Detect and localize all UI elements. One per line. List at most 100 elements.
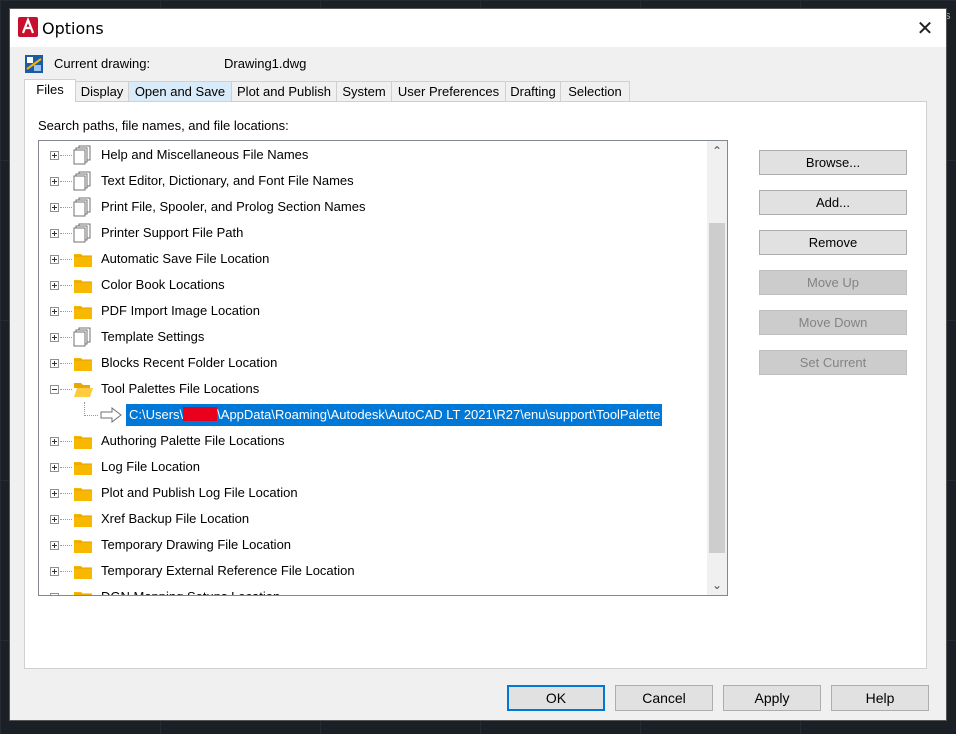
tab-drafting[interactable]: Drafting [505, 81, 561, 101]
tree-item[interactable]: Tool Palettes File Locations [39, 376, 705, 402]
autocad-logo-icon [18, 17, 38, 37]
multi-file-icon [73, 197, 91, 217]
multi-file-icon [73, 223, 91, 243]
tree-item[interactable]: Template Settings [39, 324, 705, 350]
folder-icon [74, 514, 92, 527]
folder-icon [74, 436, 92, 449]
folder-icon [74, 488, 92, 501]
tab-open-and-save[interactable]: Open and Save [128, 81, 232, 101]
tree-connector [60, 467, 72, 468]
tree-connector [60, 311, 72, 312]
redaction-block [183, 407, 218, 421]
tree-connector [60, 285, 72, 286]
tree-child-item[interactable]: C:\Users\ \AppData\Roaming\Autodesk\AutoC… [39, 402, 705, 428]
tree-item-label: Temporary Drawing File Location [101, 537, 292, 552]
multi-file-icon [73, 327, 91, 347]
tree-item-label: Blocks Recent Folder Location [101, 355, 278, 370]
expand-icon[interactable] [50, 359, 59, 368]
expand-icon[interactable] [50, 151, 59, 160]
tree-item[interactable]: Plot and Publish Log File Location [39, 480, 705, 506]
expand-icon[interactable] [50, 333, 59, 342]
tab-files[interactable]: Files [24, 79, 76, 102]
cancel-button[interactable]: Cancel [615, 685, 713, 711]
tree-connector [60, 441, 72, 442]
tree-item[interactable]: Text Editor, Dictionary, and Font File N… [39, 168, 705, 194]
remove-button[interactable]: Remove [759, 230, 907, 255]
tree-connector [60, 519, 72, 520]
tree-item[interactable]: Printer Support File Path [39, 220, 705, 246]
path-suffix: \AppData\Roaming\Autodesk\AutoCAD LT 202… [217, 407, 661, 422]
expand-icon[interactable] [50, 541, 59, 550]
tab-selection[interactable]: Selection [560, 81, 630, 101]
folder-icon [74, 592, 92, 595]
expand-icon[interactable] [50, 203, 59, 212]
search-paths-label: Search paths, file names, and file locat… [38, 118, 289, 133]
scrollbar-thumb[interactable] [709, 223, 725, 553]
browse-button[interactable]: Browse... [759, 150, 907, 175]
tree-item[interactable]: Authoring Palette File Locations [39, 428, 705, 454]
expand-icon[interactable] [50, 515, 59, 524]
tree-item-label: Xref Backup File Location [101, 511, 250, 526]
tab-plot-and-publish[interactable]: Plot and Publish [231, 81, 337, 101]
expand-icon[interactable] [50, 489, 59, 498]
tab-system[interactable]: System [336, 81, 392, 101]
expand-icon[interactable] [50, 177, 59, 186]
move-down-button[interactable]: Move Down [759, 310, 907, 335]
tree-item[interactable]: Blocks Recent Folder Location [39, 350, 705, 376]
multi-file-icon [73, 145, 91, 165]
set-current-button[interactable]: Set Current [759, 350, 907, 375]
add-button[interactable]: Add... [759, 190, 907, 215]
tree-item[interactable]: Temporary External Reference File Locati… [39, 558, 705, 584]
tree-item-label: Help and Miscellaneous File Names [101, 147, 309, 162]
tree-item[interactable]: Temporary Drawing File Location [39, 532, 705, 558]
expand-icon[interactable] [50, 593, 59, 595]
tree-item[interactable]: DGN Mapping Setups Location [39, 584, 705, 595]
open-folder-icon [74, 383, 93, 397]
selected-path[interactable]: C:\Users\ \AppData\Roaming\Autodesk\AutoC… [126, 404, 663, 426]
expand-icon[interactable] [50, 229, 59, 238]
expand-icon[interactable] [50, 437, 59, 446]
tree-item[interactable]: Print File, Spooler, and Prolog Section … [39, 194, 705, 220]
tab-user-preferences[interactable]: User Preferences [391, 81, 506, 101]
close-icon[interactable]: ✕ [912, 15, 938, 41]
tree-item[interactable]: Color Book Locations [39, 272, 705, 298]
tree-connector [60, 545, 72, 546]
apply-button[interactable]: Apply [723, 685, 821, 711]
expand-icon[interactable] [50, 255, 59, 264]
tree-connector [60, 155, 72, 156]
scroll-up-icon[interactable]: ⌃ [707, 141, 727, 161]
tab-display[interactable]: Display [75, 81, 129, 101]
tree-item-label: Authoring Palette File Locations [101, 433, 285, 448]
tree-connector [60, 493, 72, 494]
tree-item-label: Tool Palettes File Locations [101, 381, 260, 396]
folder-icon [74, 254, 92, 267]
tree-item-label: Template Settings [101, 329, 205, 344]
tree-item[interactable]: Xref Backup File Location [39, 506, 705, 532]
tree-item[interactable]: Log File Location [39, 454, 705, 480]
folder-icon [74, 540, 92, 553]
collapse-icon[interactable] [50, 385, 59, 394]
tree-connector [84, 415, 98, 416]
multi-file-icon [73, 171, 91, 191]
title-bar: Options ✕ [10, 9, 946, 47]
expand-icon[interactable] [50, 281, 59, 290]
file-locations-tree[interactable]: DGN Mapping Setups Location Temporary Ext… [38, 140, 728, 596]
folder-icon [74, 358, 92, 371]
folder-icon [74, 280, 92, 293]
expand-icon[interactable] [50, 463, 59, 472]
move-up-button[interactable]: Move Up [759, 270, 907, 295]
tree-connector [84, 402, 85, 416]
current-drawing-label: Current drawing: [54, 56, 151, 71]
help-button[interactable]: Help [831, 685, 929, 711]
expand-icon[interactable] [50, 307, 59, 316]
drawing-file-icon [25, 55, 43, 73]
ok-button[interactable]: OK [507, 685, 605, 711]
tree-item-label: Temporary External Reference File Locati… [101, 563, 355, 578]
tree-item[interactable]: Help and Miscellaneous File Names [39, 142, 705, 168]
vertical-scrollbar[interactable]: ⌃ ⌄ [707, 141, 727, 595]
expand-icon[interactable] [50, 567, 59, 576]
tree-item[interactable]: Automatic Save File Location [39, 246, 705, 272]
tree-item[interactable]: PDF Import Image Location [39, 298, 705, 324]
tree-connector [60, 363, 72, 364]
scroll-down-icon[interactable]: ⌄ [707, 575, 727, 595]
